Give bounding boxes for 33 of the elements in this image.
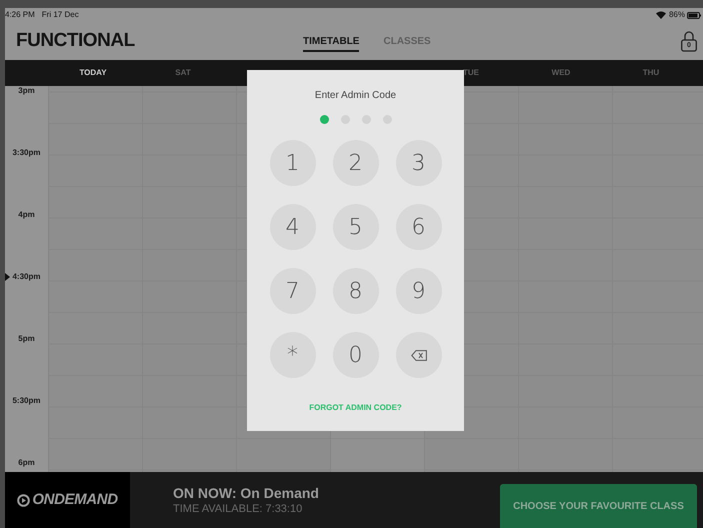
nav-tab[interactable]: TIMETABLE — [303, 34, 360, 52]
play-circle-icon — [17, 494, 30, 506]
app-title: FUNCTIONAL — [16, 28, 135, 53]
day-label[interactable]: TODAY — [79, 67, 107, 79]
keypad-key[interactable]: 2 — [332, 140, 378, 186]
backspace-icon — [410, 350, 426, 360]
keypad-key[interactable]: 1 — [270, 140, 316, 186]
keypad-key[interactable]: 9 — [396, 268, 442, 314]
time-label: 5pm — [18, 334, 35, 345]
time-available: TIME AVAILABLE: 7:33:10 — [173, 503, 304, 516]
wifi-icon — [656, 11, 666, 19]
time-label: 6pm — [18, 458, 35, 469]
dialog-title: Enter Admin Code — [314, 89, 396, 103]
time-label: 4pm — [18, 210, 35, 221]
battery-percent: 86% — [668, 9, 685, 21]
keypad-key[interactable]: 6 — [396, 204, 442, 250]
time-label: 5:30pm — [12, 396, 40, 407]
status-date: Fri 17 Dec — [42, 9, 79, 21]
battery-icon — [687, 12, 701, 18]
time-label: 3pm — [18, 86, 35, 97]
keypad-key[interactable]: 5 — [332, 204, 378, 250]
now-on-title: ON NOW: On Demand — [173, 484, 319, 503]
keypad-key[interactable]: * — [270, 332, 316, 378]
keypad-key[interactable]: 0 — [332, 332, 378, 378]
time-label: 4:30pm — [12, 272, 40, 283]
delete-key[interactable] — [396, 332, 442, 378]
status-time: 4:26 PM — [5, 9, 35, 21]
keypad-key[interactable]: 4 — [270, 204, 316, 250]
time-label: 3:30pm — [12, 148, 40, 159]
ondemand-logo: ONDEMAND — [32, 490, 118, 510]
keypad-key[interactable]: 8 — [332, 268, 378, 314]
keypad-key[interactable]: 3 — [396, 140, 442, 186]
keypad-key[interactable]: 7 — [270, 268, 316, 314]
